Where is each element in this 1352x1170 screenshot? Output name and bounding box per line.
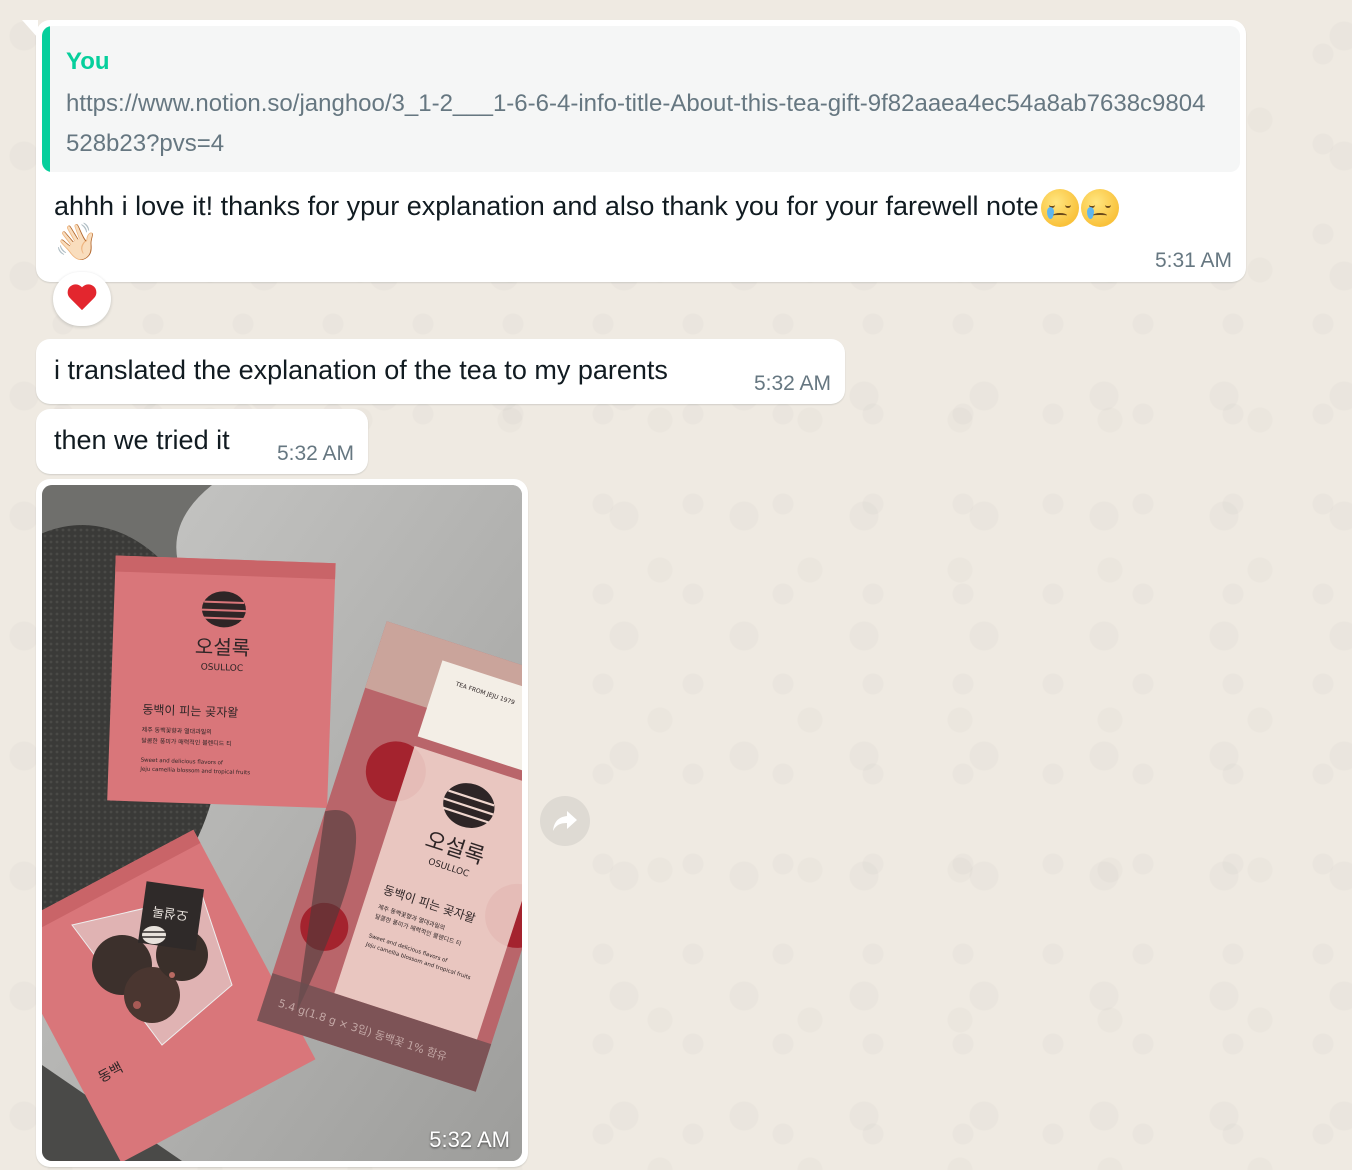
forward-button[interactable] bbox=[540, 796, 590, 846]
message-timestamp: 5:32 AM bbox=[753, 372, 831, 395]
message-text: then we tried it bbox=[54, 425, 230, 455]
message-text: i translated the explanation of the tea … bbox=[54, 355, 668, 385]
heart-icon bbox=[67, 285, 97, 313]
crying-face-icon bbox=[1080, 188, 1119, 227]
message-text: ahhh i love it! thanks for ypur explanat… bbox=[54, 188, 1119, 227]
bubble-tail bbox=[22, 20, 38, 38]
quote-author: You bbox=[66, 48, 110, 75]
photo-timestamp: 5:32 AM bbox=[429, 1127, 510, 1152]
message-text-content: ahhh i love it! thanks for ypur explanat… bbox=[54, 191, 1039, 221]
message-bubble-incoming[interactable]: then we tried it 5:32 AM bbox=[36, 409, 368, 474]
svg-text:OSULLOC: OSULLOC bbox=[200, 663, 243, 674]
quoted-message[interactable]: You https://www.notion.so/janghoo/3_1-2_… bbox=[42, 26, 1240, 172]
svg-text:오설록: 오설록 bbox=[195, 634, 251, 660]
tea-sachet-top: 오설록 OSULLOC 동백이 피는 곶자왈 제주 동백꽃향과 열대과일의 달콤… bbox=[107, 555, 336, 809]
quote-link: https://www.notion.so/janghoo/3_1-2___1-… bbox=[66, 90, 1206, 157]
message-bubble-incoming[interactable]: i translated the explanation of the tea … bbox=[36, 339, 845, 404]
message-photo[interactable]: 오설록 OSULLOC 동백이 피는 곶자왈 제주 동백꽃향과 열대과일의 달콤… bbox=[42, 485, 522, 1161]
message-bubble-incoming[interactable]: You https://www.notion.so/janghoo/3_1-2_… bbox=[22, 20, 1246, 282]
quote-accent-bar bbox=[42, 26, 50, 172]
forward-arrow-icon bbox=[553, 811, 577, 831]
waving-hand-icon: 👋🏻 bbox=[54, 221, 99, 262]
image-message[interactable]: 오설록 OSULLOC 동백이 피는 곶자왈 제주 동백꽃향과 열대과일의 달콤… bbox=[36, 479, 528, 1167]
reaction-badge[interactable] bbox=[53, 272, 111, 326]
message-timestamp: 5:31 AM bbox=[1154, 249, 1232, 272]
message-timestamp: 5:32 AM bbox=[276, 442, 354, 465]
crying-face-icon bbox=[1040, 188, 1079, 227]
tea-photo-illustration: 오설록 OSULLOC 동백이 피는 곶자왈 제주 동백꽃향과 열대과일의 달콤… bbox=[42, 485, 522, 1161]
